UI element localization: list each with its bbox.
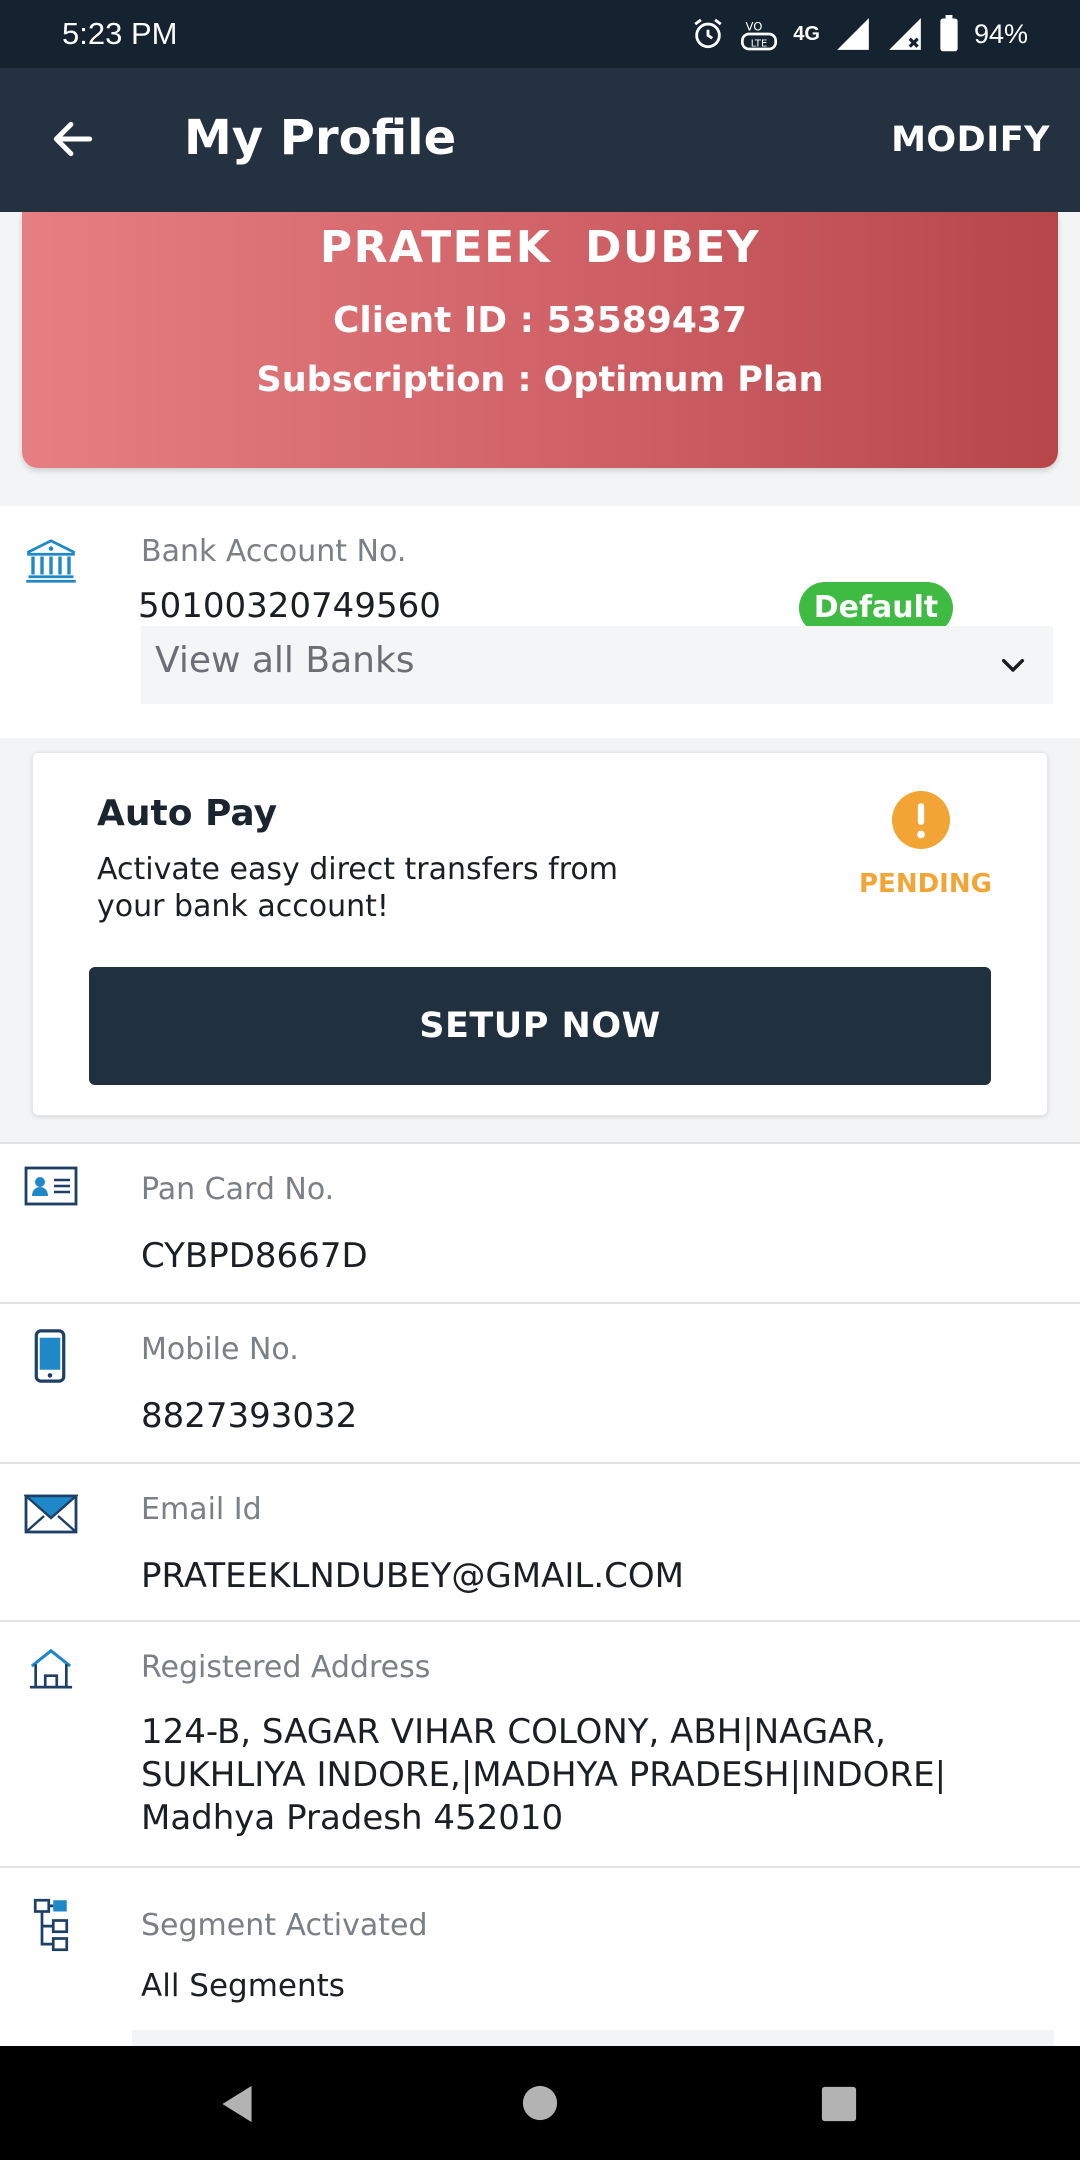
segment-row: Segment Activated All Segments: [0, 1866, 1080, 2048]
pan-label: Pan Card No.: [141, 1172, 335, 1207]
profile-name: PRATEEK DUBEY: [319, 222, 761, 273]
svg-text:LTE: LTE: [751, 39, 768, 50]
autopay-title: Auto Pay: [97, 793, 278, 834]
system-nav-bar: [0, 2046, 1080, 2160]
signal-icon: [837, 18, 869, 50]
status-bar: 5:23 PM LTE VO 4G 94%: [0, 0, 1080, 68]
setup-now-button[interactable]: SETUP NOW: [89, 967, 991, 1085]
alarm-icon: [694, 18, 722, 49]
address-line-3: Madhya Pradesh 452010: [141, 1798, 564, 1838]
autopay-description: Activate easy direct transfers from your…: [97, 852, 619, 924]
status-icons: LTE VO 4G 94%: [691, 12, 1028, 56]
address-line-1: 124-B, SAGAR VIHAR COLONY, ABH|NAGAR,: [141, 1712, 886, 1752]
chevron-down-icon: [1001, 658, 1025, 672]
email-row: Email Id PRATEEKLNDUBEY@GMAIL.COM: [0, 1462, 1080, 1620]
nav-home-icon[interactable]: [521, 2084, 559, 2122]
segment-value: All Segments: [141, 1968, 345, 2004]
modify-button[interactable]: MODIFY: [891, 120, 1050, 160]
address-line-2: SUKHLIYA INDORE,|MADHYA PRADESH|INDORE|: [141, 1755, 947, 1795]
back-arrow-icon[interactable]: [48, 114, 98, 164]
pending-status: PENDING: [859, 869, 992, 899]
id-card-icon: [24, 1166, 78, 1206]
segment-label: Segment Activated: [141, 1908, 428, 1943]
subscription-plan: Subscription : Optimum Plan: [256, 360, 824, 400]
pan-row: Pan Card No. CYBPD8667D: [0, 1142, 1080, 1302]
mobile-label: Mobile No.: [141, 1332, 299, 1367]
address-row: Registered Address 124-B, SAGAR VIHAR CO…: [0, 1620, 1080, 1866]
battery-icon: [940, 15, 958, 52]
autopay-card: Auto Pay Activate easy direct transfers …: [32, 752, 1048, 1116]
nav-back-icon[interactable]: [218, 2084, 256, 2124]
view-all-banks-label: View all Banks: [155, 640, 415, 681]
client-id: Client ID : 53589437: [332, 300, 748, 341]
view-all-banks-dropdown[interactable]: View all Banks: [141, 626, 1053, 704]
pending-alert-icon: [892, 791, 950, 849]
svg-text:VO: VO: [746, 20, 763, 34]
network-type-label: 4G: [793, 22, 820, 45]
battery-percent: 94%: [973, 18, 1028, 49]
envelope-icon: [24, 1494, 78, 1534]
bank-account-number: 50100320749560: [138, 586, 441, 626]
pan-value: CYBPD8667D: [141, 1236, 368, 1276]
segment-tree-icon: [33, 1898, 69, 1952]
signal-nodata-icon: [889, 18, 921, 50]
bank-section: Bank Account No. 50100320749560 Default …: [0, 506, 1080, 738]
page-title: My Profile: [184, 110, 457, 166]
address-label: Registered Address: [141, 1650, 431, 1685]
mobile-row: Mobile No. 8827393032: [0, 1302, 1080, 1462]
mobile-phone-icon: [34, 1329, 66, 1383]
bank-icon: [26, 539, 76, 583]
status-time: 5:23 PM: [62, 16, 178, 51]
mobile-value: 8827393032: [141, 1396, 358, 1436]
email-label: Email Id: [141, 1492, 262, 1527]
bank-account-label: Bank Account No.: [141, 534, 407, 569]
volte-icon: LTE VO: [741, 20, 778, 51]
app-bar: My Profile MODIFY: [0, 68, 1080, 212]
email-value: PRATEEKLNDUBEY@GMAIL.COM: [141, 1556, 684, 1596]
nav-recents-icon[interactable]: [820, 2085, 858, 2123]
profile-card: PRATEEK DUBEY Client ID : 53589437 Subsc…: [22, 212, 1058, 468]
home-icon: [29, 1648, 73, 1689]
